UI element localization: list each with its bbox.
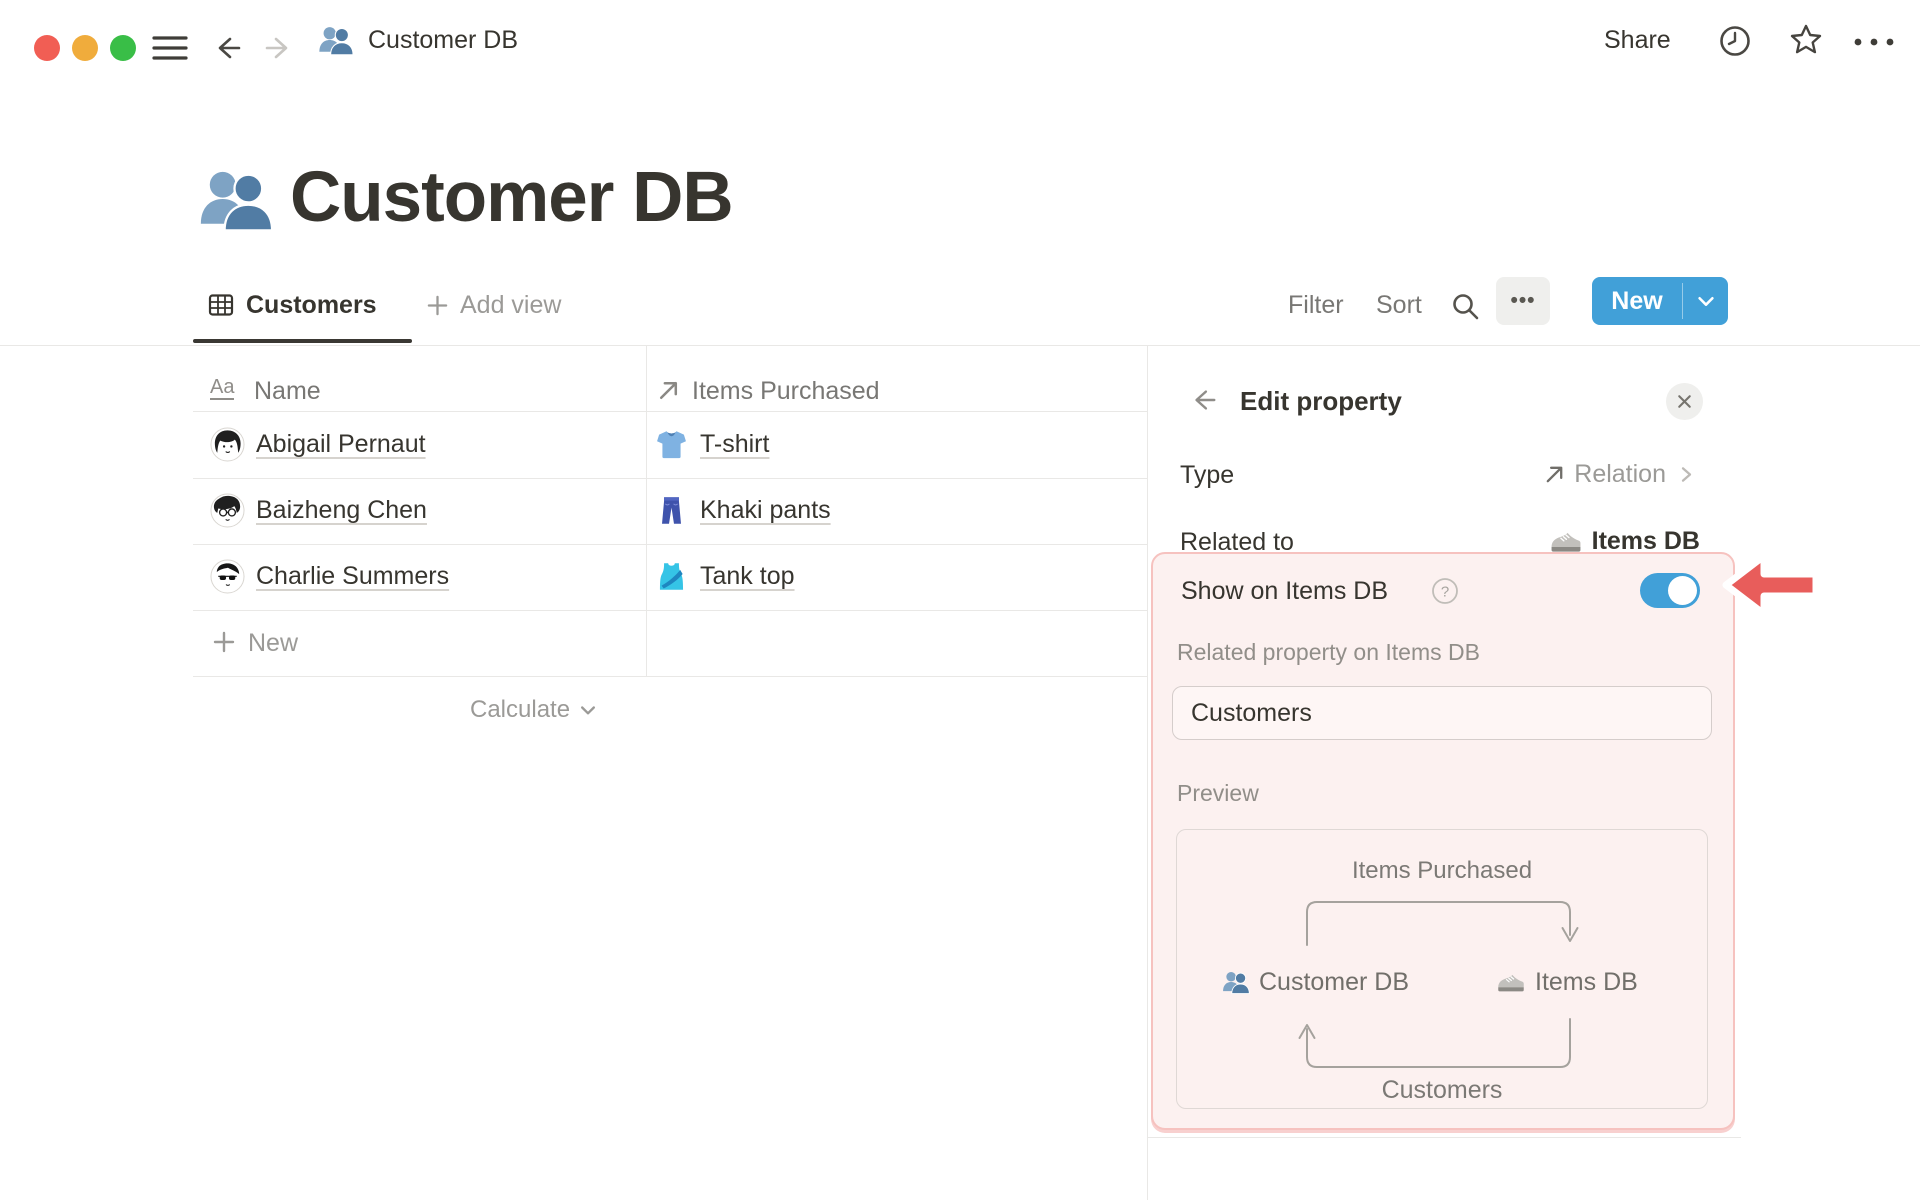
related-property-label: Related property on Items DB (1177, 639, 1480, 665)
sidebar-menu-icon[interactable] (152, 32, 188, 64)
panel-title: Edit property (1240, 386, 1402, 416)
new-button-group: New (1592, 277, 1728, 325)
column-header-name[interactable]: Name (254, 376, 321, 406)
type-value-button[interactable]: Relation (1543, 457, 1697, 491)
panel-bottom-divider (1148, 1137, 1741, 1138)
sneaker-icon (1496, 967, 1526, 997)
page-title[interactable]: Customer DB (290, 153, 734, 243)
history-clock-icon[interactable] (1716, 22, 1754, 60)
toggle-knob (1668, 576, 1697, 605)
preview-bottom-relation-label: Customers (1381, 1076, 1503, 1104)
view-options-button[interactable]: ••• (1496, 277, 1550, 325)
page-people-icon[interactable] (198, 161, 274, 237)
window-topbar: Customer DB Share (0, 0, 1920, 76)
tab-customers[interactable]: Customers (246, 288, 377, 322)
favorite-star-icon[interactable] (1786, 21, 1826, 61)
show-on-items-db-toggle[interactable] (1640, 573, 1700, 608)
active-tab-underline (193, 339, 412, 343)
row-item-link[interactable]: Tank top (700, 561, 795, 591)
relation-arrow-icon (1543, 463, 1566, 486)
row-name-link[interactable]: Abigail Pernaut (256, 429, 426, 459)
row-item-link[interactable]: Khaki pants (700, 495, 831, 525)
show-on-items-db-label: Show on Items DB (1181, 577, 1389, 605)
traffic-light-minimize[interactable] (72, 35, 98, 61)
avatar (210, 493, 245, 528)
breadcrumb-title[interactable]: Customer DB (368, 18, 518, 62)
more-options-icon[interactable] (1850, 32, 1902, 52)
related-property-field-wrap (1172, 686, 1712, 740)
add-view-plus-icon (426, 294, 449, 317)
traffic-light-close[interactable] (34, 35, 60, 61)
panel-back-icon[interactable] (1188, 386, 1220, 414)
tshirt-icon (655, 428, 688, 461)
avatar (210, 559, 245, 594)
plus-icon (212, 630, 236, 654)
table-row[interactable]: Charlie Summers Tank top (193, 544, 1147, 611)
new-row-label: New (248, 629, 299, 657)
table-row[interactable]: Abigail Pernaut T-shirt (193, 412, 1147, 479)
related-property-input[interactable] (1172, 686, 1712, 740)
row-name-link[interactable]: Charlie Summers (256, 561, 449, 591)
type-value: Relation (1574, 460, 1666, 488)
back-icon[interactable] (212, 33, 244, 63)
new-button[interactable]: New (1592, 277, 1682, 325)
share-button[interactable]: Share (1604, 18, 1671, 62)
help-question-icon[interactable] (1431, 577, 1459, 605)
search-icon[interactable] (1450, 291, 1480, 321)
preview-right-db-label: Items DB (1535, 968, 1638, 996)
row-item-link[interactable]: T-shirt (700, 429, 769, 459)
type-label: Type (1180, 461, 1235, 489)
jeans-icon (655, 494, 688, 527)
column-header-items-purchased[interactable]: Items Purchased (692, 376, 880, 406)
chevron-right-icon (1676, 464, 1697, 485)
new-row-button[interactable]: New (193, 610, 1147, 677)
viewbar-divider (0, 345, 1920, 346)
text-property-icon: Aa (210, 376, 235, 400)
sort-button[interactable]: Sort (1376, 288, 1422, 322)
people-icon (1222, 968, 1250, 996)
preview-left-db-label: Customer DB (1259, 968, 1410, 996)
close-icon (1674, 391, 1695, 412)
table-row[interactable]: Baizheng Chen Khaki pants (193, 478, 1147, 545)
chevron-down-icon (578, 700, 598, 720)
calculate-label: Calculate (470, 696, 571, 723)
filter-button[interactable]: Filter (1288, 288, 1344, 322)
new-dropdown-button[interactable] (1683, 277, 1728, 325)
panel-left-divider (1147, 346, 1148, 1200)
preview-left-db: Customer DB (1222, 964, 1409, 1000)
traffic-light-zoom[interactable] (110, 35, 136, 61)
row-name-link[interactable]: Baizheng Chen (256, 495, 427, 525)
preview-label: Preview (1177, 780, 1259, 806)
calculate-button[interactable]: Calculate (470, 694, 598, 726)
chevron-down-icon (1695, 290, 1717, 312)
tanktop-icon (655, 560, 688, 593)
red-arrow-annotation (1722, 552, 1820, 618)
panel-close-button[interactable] (1666, 383, 1703, 420)
preview-right-db: Items DB (1496, 964, 1638, 1000)
notion-window: Customer DB Share Customer DB Customers … (0, 0, 1920, 1200)
avatar (210, 427, 245, 462)
add-view-button[interactable]: Add view (460, 288, 561, 322)
table-view-icon (208, 292, 234, 318)
forward-icon[interactable] (262, 33, 294, 63)
relation-arrow-icon (656, 378, 681, 403)
doc-people-icon (318, 22, 354, 58)
